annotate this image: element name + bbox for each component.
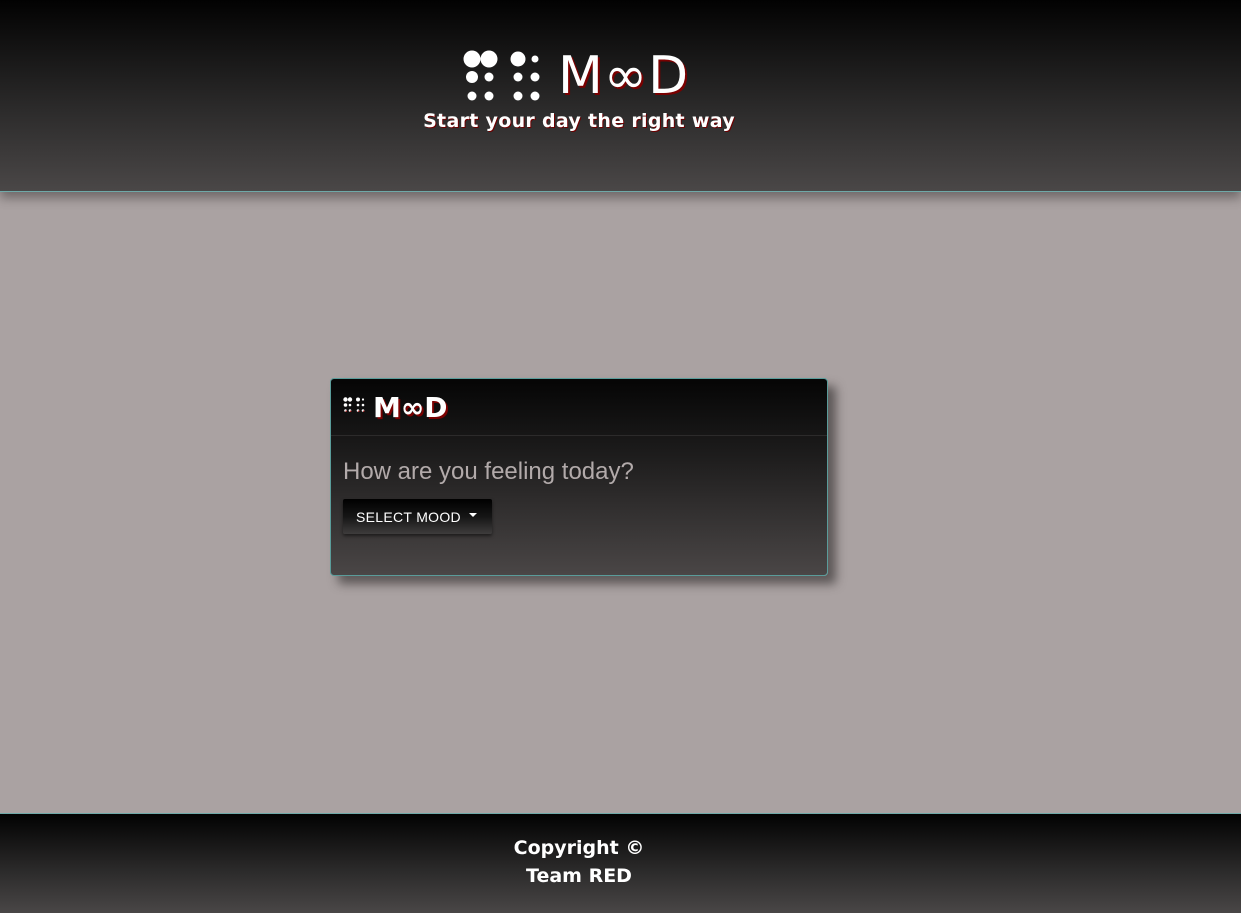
site-footer: Copyright © Team RED <box>0 813 1241 913</box>
select-mood-label: SELECT MOOD <box>356 508 461 525</box>
brand-wordmark: M∞D <box>558 46 690 106</box>
footer-text: Copyright © Team RED <box>0 834 1158 890</box>
brand[interactable]: M∞D <box>462 48 689 104</box>
mood-card: M∞D How are you feeling today? SELECT MO… <box>330 378 828 576</box>
card-brand-wordmark: M∞D <box>373 390 448 424</box>
braille-logo-icon <box>462 50 542 102</box>
card-header: M∞D <box>331 379 827 436</box>
mood-question: How are you feeling today? <box>343 458 634 485</box>
copyright-line: Copyright © <box>513 837 645 859</box>
braille-logo-small-icon <box>343 397 367 417</box>
team-line: Team RED <box>526 865 632 887</box>
site-header: M∞D Start your day the right way <box>0 0 1241 192</box>
tagline: Start your day the right way <box>423 110 735 132</box>
caret-down-icon <box>468 512 477 517</box>
select-mood-dropdown[interactable]: SELECT MOOD <box>343 499 492 534</box>
